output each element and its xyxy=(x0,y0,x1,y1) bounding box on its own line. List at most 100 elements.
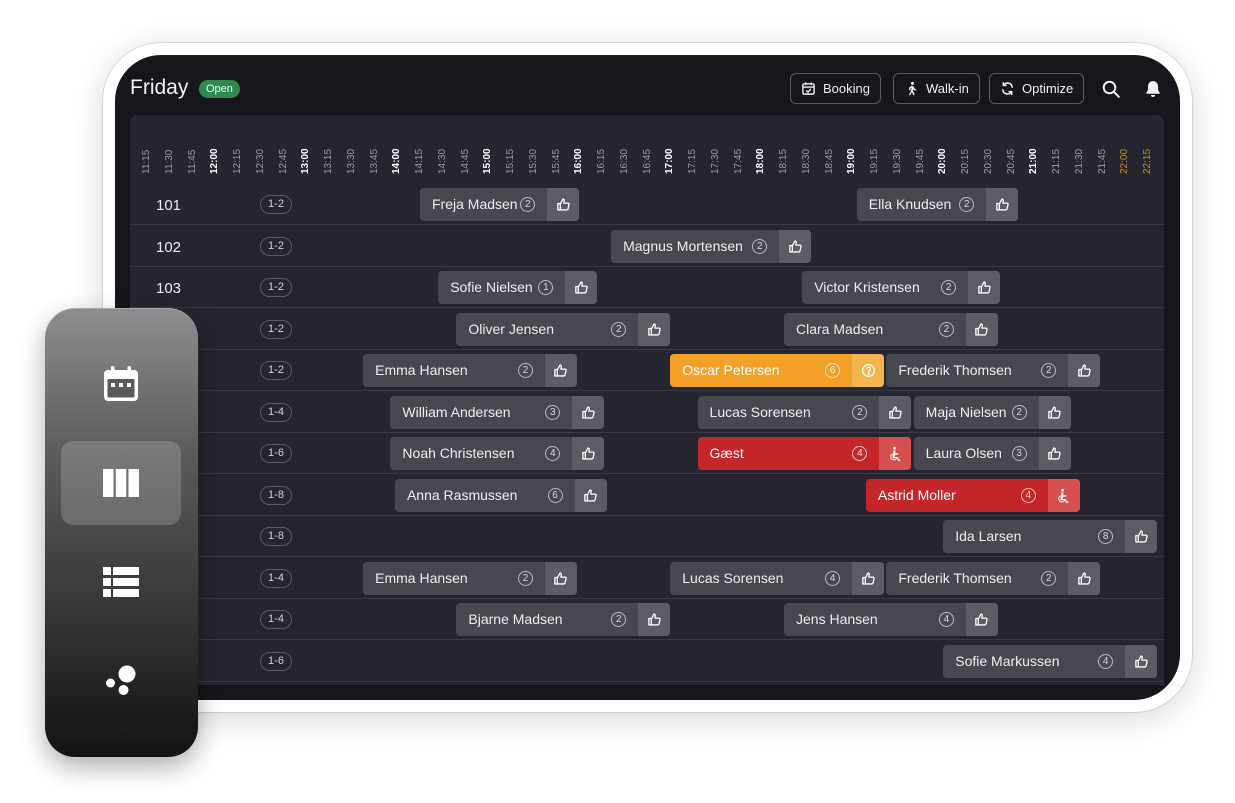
time-label: 19:45 xyxy=(914,148,926,174)
party-size: 6 xyxy=(547,487,563,503)
guest-name: Oscar Petersen xyxy=(682,362,780,378)
guest-name: Lucas Sorensen xyxy=(682,569,784,586)
thumbs-up-icon[interactable] xyxy=(638,603,671,636)
status-badge: Open xyxy=(199,80,240,98)
guest-name: Lucas Sorensen xyxy=(709,403,811,420)
sidebar-item-list[interactable] xyxy=(61,540,181,624)
booking-block[interactable]: Maja Nielsen 2 xyxy=(913,395,1071,429)
thumbs-up-icon[interactable] xyxy=(879,395,912,429)
time-label: 12:15 xyxy=(232,148,243,174)
time-label: 14:30 xyxy=(436,148,448,174)
thumbs-up-icon[interactable] xyxy=(986,188,1019,221)
thumbs-up-icon[interactable] xyxy=(965,603,998,636)
booking-block[interactable]: Lucas Sorensen 2 xyxy=(697,395,912,429)
booking-block[interactable]: Anna Rasmussen 6 xyxy=(394,478,607,512)
thumbs-up-icon[interactable] xyxy=(852,561,885,595)
schedule-panel: 11:15 11:30 11:45 12:00 12:15 12:30 12:45 13:00… xyxy=(130,115,1164,685)
time-label: 12:45 xyxy=(277,148,289,174)
party-size: 2 xyxy=(938,321,954,337)
booking-block[interactable]: Gæst 4 xyxy=(697,437,912,470)
guest-name: Noah Christensen xyxy=(402,445,515,461)
time-label: 14:00 xyxy=(391,148,403,174)
booking-block[interactable]: Emma Hansen 2 xyxy=(363,354,577,387)
question-icon[interactable] xyxy=(852,354,885,387)
thumbs-up-icon[interactable] xyxy=(1068,354,1101,387)
table-row: 102 1-2 Magnus Mortensen 2 xyxy=(130,226,1164,267)
thumbs-up-icon[interactable] xyxy=(565,271,598,304)
party-size: 2 xyxy=(1011,404,1027,420)
booking-block[interactable]: Astrid Moller 4 xyxy=(865,478,1080,512)
calendar-check-icon xyxy=(802,82,815,95)
capacity-badge: 1-4 xyxy=(260,402,292,422)
thumbs-up-icon[interactable] xyxy=(1038,437,1071,470)
thumbs-up-icon[interactable] xyxy=(544,561,577,595)
booking-block[interactable]: Sofie Markussen 4 xyxy=(943,644,1158,678)
booking-block[interactable]: Noah Christensen 4 xyxy=(390,437,605,470)
time-label: 19:30 xyxy=(891,148,903,174)
booking-button[interactable]: Booking xyxy=(790,73,881,104)
booking-block[interactable]: Bjarne Madsen 2 xyxy=(456,603,671,636)
sidebar-item-timeline[interactable] xyxy=(61,441,181,525)
booking-block[interactable]: Laura Olsen 3 xyxy=(913,437,1071,470)
booking-block[interactable]: Oscar Petersen 6 xyxy=(670,354,885,387)
bubbles-icon xyxy=(106,665,136,695)
booking-block[interactable]: Emma Hansen 2 xyxy=(363,561,577,595)
search-icon[interactable] xyxy=(1101,79,1121,99)
time-label: 20:30 xyxy=(982,148,994,174)
booking-block[interactable]: Lucas Sorensen 4 xyxy=(670,561,885,595)
thumbs-up-icon[interactable] xyxy=(1125,520,1158,553)
party-size: 4 xyxy=(1098,653,1114,669)
booking-block[interactable]: Frederik Thomsen 2 xyxy=(886,561,1101,595)
app-screen: Friday Open Booking Walk-in Optimize 11:… xyxy=(115,55,1180,700)
time-label: 18:30 xyxy=(800,148,812,174)
walkin-button[interactable]: Walk-in xyxy=(893,73,980,104)
time-label: 18:45 xyxy=(823,148,835,174)
booking-block[interactable]: Ella Knudsen 2 xyxy=(856,188,1019,221)
thumbs-up-icon[interactable] xyxy=(968,271,1001,304)
time-label: 16:00 xyxy=(573,148,585,174)
guest-name: Astrid Moller xyxy=(877,486,956,503)
guest-name: Laura Olsen xyxy=(925,445,1002,461)
time-label: 11:15 xyxy=(141,149,152,174)
thumbs-up-icon[interactable] xyxy=(965,312,998,346)
party-size: 2 xyxy=(611,612,627,627)
guest-name: Sofie Nielsen xyxy=(450,279,533,295)
thumbs-up-icon[interactable] xyxy=(1068,561,1101,595)
sidebar-item-calendar[interactable] xyxy=(61,342,181,426)
wheelchair-icon[interactable] xyxy=(1047,478,1080,512)
thumbs-up-icon[interactable] xyxy=(1038,395,1071,429)
thumbs-up-icon[interactable] xyxy=(574,478,607,512)
thumbs-up-icon[interactable] xyxy=(572,395,605,429)
thumbs-up-icon[interactable] xyxy=(547,188,580,221)
bell-icon[interactable] xyxy=(1143,79,1163,99)
time-label: 14:15 xyxy=(414,148,425,174)
thumbs-up-icon[interactable] xyxy=(779,229,812,263)
booking-block[interactable]: Frederik Thomsen 2 xyxy=(886,354,1101,387)
booking-block[interactable]: Magnus Mortensen 2 xyxy=(611,229,812,263)
booking-block[interactable]: Oliver Jensen 2 xyxy=(456,312,671,346)
table-row: 1-4 Bjarne Madsen 2 Jens Hansen 4 xyxy=(130,599,1164,640)
party-size: 4 xyxy=(545,446,561,461)
guest-name: William Andersen xyxy=(402,403,511,420)
thumbs-up-icon[interactable] xyxy=(572,437,605,470)
wheelchair-icon[interactable] xyxy=(879,437,912,470)
booking-block[interactable]: Jens Hansen 4 xyxy=(784,603,998,636)
thumbs-up-icon[interactable] xyxy=(544,354,577,387)
booking-block[interactable]: Freja Madsen 2 xyxy=(420,188,580,221)
thumbs-up-icon[interactable] xyxy=(638,312,671,346)
booking-block[interactable]: Clara Madsen 2 xyxy=(784,312,998,346)
thumbs-up-icon[interactable] xyxy=(1125,644,1158,678)
booking-block[interactable]: Victor Kristensen 2 xyxy=(802,271,1001,304)
booking-block[interactable]: Sofie Nielsen 1 xyxy=(438,271,598,304)
sidebar-nav xyxy=(45,308,198,757)
party-size: 2 xyxy=(752,238,768,254)
timeline-header: 11:15 11:30 11:45 12:00 12:15 12:30 12:45 13:00… xyxy=(130,115,1164,181)
sidebar-item-insights[interactable] xyxy=(61,639,181,723)
time-label: 16:30 xyxy=(618,148,630,174)
party-size: 2 xyxy=(941,280,957,295)
booking-block[interactable]: William Andersen 3 xyxy=(390,395,605,429)
booking-block[interactable]: Ida Larsen 8 xyxy=(943,520,1158,553)
optimize-button[interactable]: Optimize xyxy=(989,73,1085,104)
time-label: 20:45 xyxy=(1005,148,1017,174)
capacity-badge: 1-2 xyxy=(260,236,292,256)
